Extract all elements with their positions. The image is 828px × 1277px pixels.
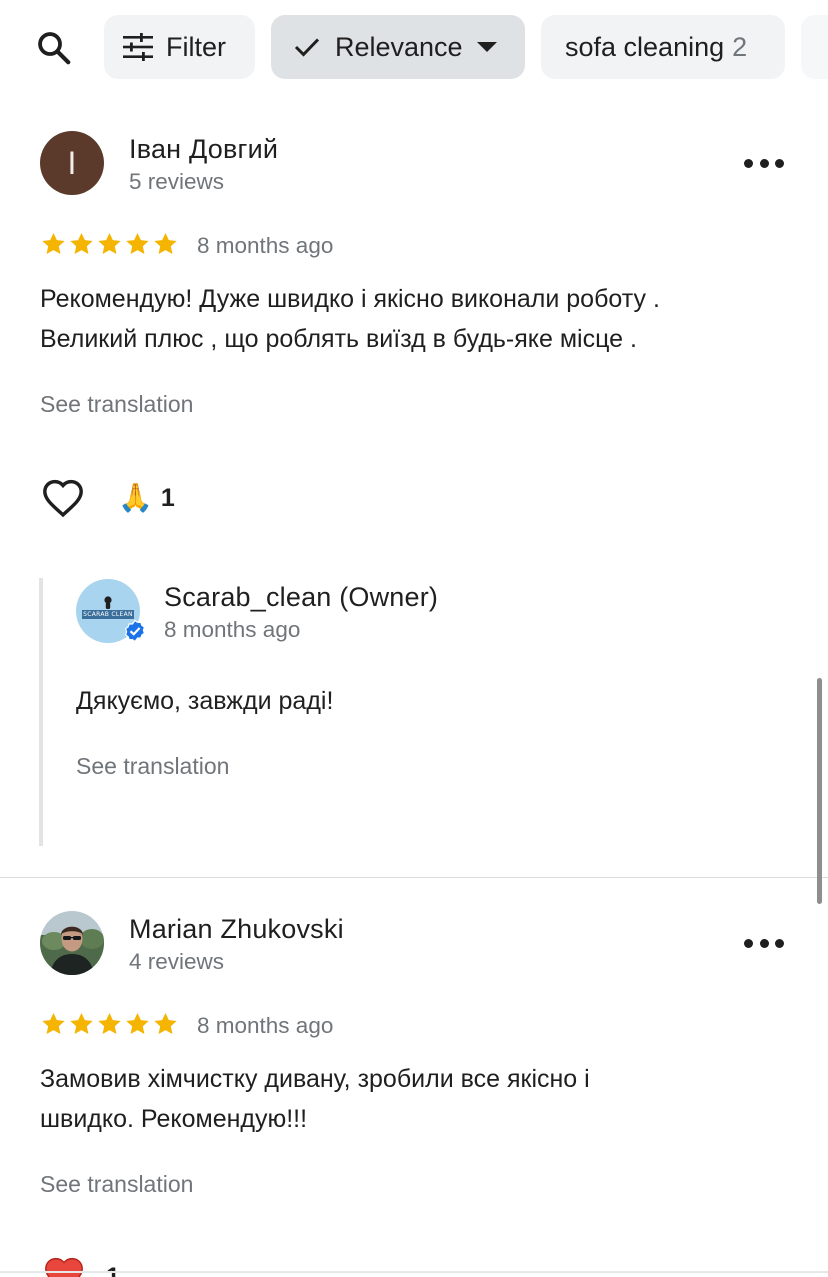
arrow-drop-down-icon [476,42,497,52]
verified-badge-icon [124,619,146,643]
reaction-count: 1 [106,1263,120,1277]
search-icon [38,32,71,65]
owner-logo-icon [104,596,112,609]
reviewer-review-count: 5 reviews [129,169,225,194]
reaction-count: 1 [160,483,175,512]
topic-chip-overflow[interactable] [801,15,828,79]
star-rating [40,231,179,257]
see-translation-link[interactable]: See translation [40,1171,193,1198]
reviewer-name[interactable]: Іван Довгий [129,134,278,165]
avatar-letter: І [67,144,77,181]
star-icon [98,232,121,254]
filter-toolbar: Filter Relevance sofa cleaning 2 [0,0,828,96]
scrollbar-thumb[interactable] [817,678,822,904]
sort-chip-label: Relevance [335,31,463,62]
reaction-summary[interactable]: 🙏 1 [118,480,175,516]
star-icon [70,1012,93,1034]
star-icon [42,232,65,254]
more-horiz-icon[interactable] [744,937,784,949]
review-time: 8 months ago [197,1013,334,1038]
more-horiz-icon[interactable] [744,157,784,169]
star-icon [70,232,93,254]
heart-filled-icon [45,1257,83,1277]
see-translation-link[interactable]: See translation [40,391,193,418]
review-text-line: швидко. Рекомендую!!! [40,1105,308,1133]
review-text-line: Замовив хімчистку дивану, зробили все як… [40,1065,590,1093]
tune-icon [122,32,156,62]
review-divider [0,877,828,878]
check-icon [293,33,323,61]
pray-emoji-icon: 🙏 [118,482,153,513]
owner-reply-text: Дякуємо, завжди раді! [76,687,334,715]
owner-logo-text: SCARAB CLEAN [82,610,134,619]
topic-chip-label: sofa cleaning [565,31,725,62]
search-button[interactable] [32,26,76,70]
owner-reply-time: 8 months ago [164,617,301,642]
filter-chip-label: Filter [166,31,226,62]
bottom-edge-divider [0,1271,828,1273]
owner-avatar[interactable]: SCARAB CLEAN [76,579,146,643]
filter-chip[interactable]: Filter [104,15,255,79]
topic-chip-count: 2 [732,31,748,62]
heart-outline-icon [43,479,83,518]
reviewer-avatar[interactable]: І [40,131,104,195]
star-icon [126,1012,149,1034]
reviewer-photo [40,911,104,975]
reviewer-avatar[interactable] [40,911,104,975]
reviewer-name[interactable]: Marian Zhukovski [129,914,344,945]
star-icon [154,232,177,254]
reviewer-review-count: 4 reviews [129,949,225,974]
sort-relevance-chip[interactable]: Relevance [271,15,525,79]
review-text-line: Рекомендую! Дуже швидко і якісно виконал… [40,285,660,313]
see-translation-link[interactable]: See translation [76,753,229,780]
topic-chip-sofa-cleaning[interactable]: sofa cleaning 2 [541,15,785,79]
like-button-liked[interactable] [41,1255,87,1277]
star-icon [154,1012,177,1034]
owner-name[interactable]: Scarab_clean (Owner) [164,582,438,613]
review-time: 8 months ago [197,233,334,258]
star-icon [126,232,149,254]
star-rating [40,1011,179,1037]
star-icon [98,1012,121,1034]
star-icon [42,1012,65,1034]
like-button[interactable] [41,478,85,523]
review-text-line: Великий плюс , що роблять виїзд в будь-я… [40,325,637,353]
owner-reply-indent [39,578,43,846]
